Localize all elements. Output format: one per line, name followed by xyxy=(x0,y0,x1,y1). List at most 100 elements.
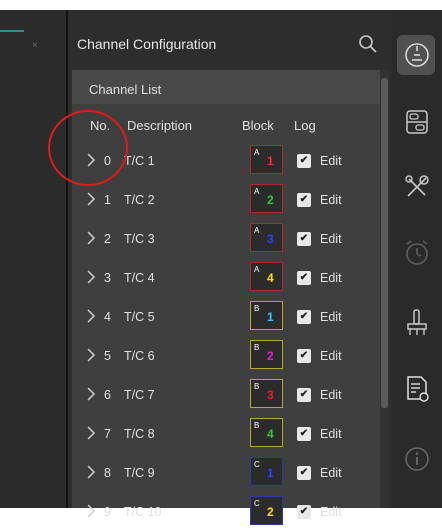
document-settings-icon[interactable] xyxy=(400,372,434,406)
channel-gauge-icon[interactable] xyxy=(400,38,434,72)
edit-button[interactable]: Edit xyxy=(320,466,342,480)
channel-number: 4 xyxy=(104,310,111,324)
block-number: 1 xyxy=(267,466,274,480)
expand-chevron-icon[interactable] xyxy=(86,191,96,207)
scrollbar-thumb[interactable] xyxy=(381,78,388,408)
column-header-log: Log xyxy=(294,118,316,133)
active-tab-indicator xyxy=(0,30,24,32)
expand-chevron-icon[interactable] xyxy=(86,269,96,285)
channel-description: T/C 5 xyxy=(124,310,155,324)
log-checkbox[interactable]: ✔ xyxy=(297,193,311,207)
block-number: 3 xyxy=(267,388,274,402)
block-letter: B xyxy=(254,343,260,352)
block-badge: A3 xyxy=(250,223,283,252)
block-badge: B1 xyxy=(250,301,283,330)
cleaning-brush-icon[interactable] xyxy=(400,305,434,339)
block-letter: C xyxy=(254,499,260,508)
channel-row[interactable]: 5 T/C 6 B 2 ✔ Edit xyxy=(72,337,380,375)
edit-button[interactable]: Edit xyxy=(320,427,342,441)
channel-description: T/C 4 xyxy=(124,271,155,285)
block-badge: C2 xyxy=(250,496,283,525)
list-scrollbar[interactable] xyxy=(380,70,389,508)
panel-title: Channel Configuration xyxy=(77,36,217,52)
edit-button[interactable]: Edit xyxy=(320,310,342,324)
block-letter: A xyxy=(254,265,260,274)
block-badge: A2 xyxy=(250,184,283,213)
expand-chevron-icon[interactable] xyxy=(86,308,96,324)
annotation-circle xyxy=(48,110,128,186)
expand-chevron-icon[interactable] xyxy=(86,464,96,480)
block-number: 1 xyxy=(267,310,274,324)
channel-row[interactable]: 3 T/C 4 A 4 ✔ Edit xyxy=(72,259,380,297)
toggle-settings-icon[interactable] xyxy=(400,105,434,139)
channel-row[interactable]: 1 T/C 2 A 2 ✔ Edit xyxy=(72,181,380,219)
block-badge: C1 xyxy=(250,457,283,486)
column-header-block: Block xyxy=(242,118,274,133)
channel-configuration-panel: Channel Configuration Channel List No. D… xyxy=(68,10,392,525)
edit-button[interactable]: Edit xyxy=(320,505,342,519)
channel-row[interactable]: 8 T/C 9 C 1 ✔ Edit xyxy=(72,454,380,492)
block-letter: A xyxy=(254,226,260,235)
channel-number: 8 xyxy=(104,466,111,480)
block-letter: B xyxy=(254,382,260,391)
edit-button[interactable]: Edit xyxy=(320,154,342,168)
block-number: 2 xyxy=(267,349,274,363)
search-icon[interactable] xyxy=(358,34,378,54)
log-checkbox[interactable]: ✔ xyxy=(297,154,311,168)
channel-row[interactable]: 4 T/C 5 B 1 ✔ Edit xyxy=(72,298,380,336)
right-toolbar xyxy=(392,10,442,508)
edit-button[interactable]: Edit xyxy=(320,232,342,246)
channel-number: 6 xyxy=(104,388,111,402)
channel-description: T/C 2 xyxy=(124,193,155,207)
expand-chevron-icon[interactable] xyxy=(86,425,96,441)
log-checkbox[interactable]: ✔ xyxy=(297,349,311,363)
alarm-clock-icon[interactable] xyxy=(400,235,434,269)
top-strip xyxy=(0,0,442,10)
log-checkbox[interactable]: ✔ xyxy=(297,232,311,246)
edit-button[interactable]: Edit xyxy=(320,349,342,363)
block-letter: B xyxy=(254,304,260,313)
info-icon[interactable] xyxy=(400,442,434,476)
channel-description: T/C 6 xyxy=(124,349,155,363)
expand-chevron-icon[interactable] xyxy=(86,230,96,246)
log-checkbox[interactable]: ✔ xyxy=(297,505,311,519)
expand-chevron-icon[interactable] xyxy=(86,386,96,402)
channel-description: T/C 3 xyxy=(124,232,155,246)
channel-row[interactable]: 2 T/C 3 A 3 ✔ Edit xyxy=(72,220,380,258)
channel-description: T/C 8 xyxy=(124,427,155,441)
app-window: × Channel Configuration Channel List No.… xyxy=(0,0,442,525)
close-tab-icon[interactable]: × xyxy=(32,40,38,51)
log-checkbox[interactable]: ✔ xyxy=(297,310,311,324)
left-panel: × xyxy=(0,10,66,508)
channel-row[interactable]: 7 T/C 8 B 4 ✔ Edit xyxy=(72,415,380,453)
block-letter: A xyxy=(254,187,260,196)
channel-description: T/C 10 xyxy=(124,505,162,519)
expand-chevron-icon[interactable] xyxy=(86,503,96,519)
edit-button[interactable]: Edit xyxy=(320,193,342,207)
channel-number: 1 xyxy=(104,193,111,207)
channel-description: T/C 7 xyxy=(124,388,155,402)
channel-list-header: Channel List xyxy=(72,70,380,104)
edit-button[interactable]: Edit xyxy=(320,388,342,402)
block-badge: B4 xyxy=(250,418,283,447)
block-number: 4 xyxy=(267,427,274,441)
block-letter: C xyxy=(254,460,260,469)
channel-number: 3 xyxy=(104,271,111,285)
channel-row[interactable]: 9 T/C 10 C 2 ✔ Edit xyxy=(72,493,380,531)
block-number: 2 xyxy=(267,193,274,207)
block-number: 3 xyxy=(267,232,274,246)
block-badge: A1 xyxy=(250,145,283,174)
log-checkbox[interactable]: ✔ xyxy=(297,466,311,480)
channel-row[interactable]: 6 T/C 7 B 3 ✔ Edit xyxy=(72,376,380,414)
block-badge: A4 xyxy=(250,262,283,291)
tools-icon[interactable] xyxy=(400,170,434,204)
channel-number: 9 xyxy=(104,505,111,519)
edit-button[interactable]: Edit xyxy=(320,271,342,285)
column-header-description: Description xyxy=(127,118,193,133)
expand-chevron-icon[interactable] xyxy=(86,347,96,363)
block-badge: B2 xyxy=(250,340,283,369)
channel-number: 5 xyxy=(104,349,111,363)
log-checkbox[interactable]: ✔ xyxy=(297,271,311,285)
log-checkbox[interactable]: ✔ xyxy=(297,388,311,402)
log-checkbox[interactable]: ✔ xyxy=(297,427,311,441)
